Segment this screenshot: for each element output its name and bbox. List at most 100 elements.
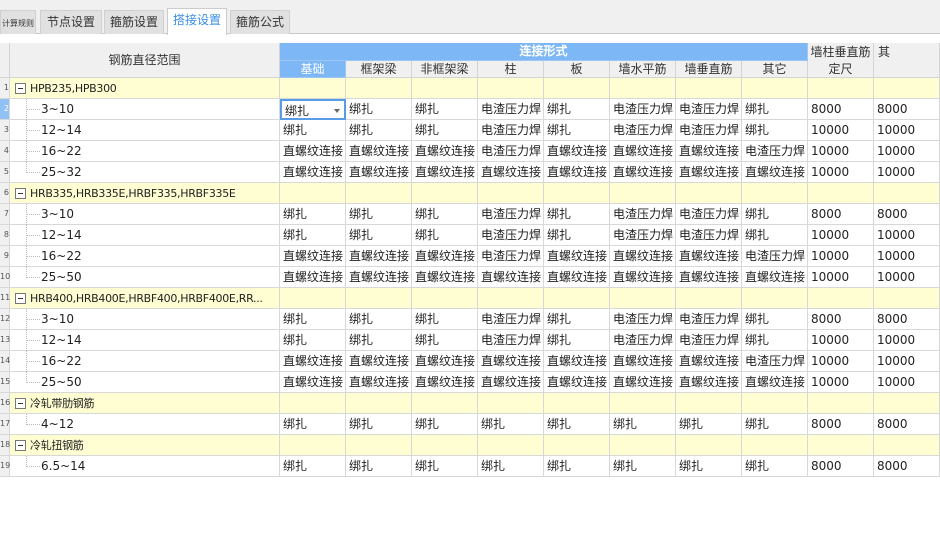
connection-type-cell[interactable]: 绑扎	[742, 330, 808, 351]
collapse-icon[interactable]	[15, 398, 26, 409]
group-name[interactable]: HRB400,HRB400E,HRBF400,HRBF400E,RR...	[10, 288, 280, 309]
connection-type-cell[interactable]: 电渣压力焊	[478, 120, 544, 141]
group-cell[interactable]	[874, 435, 940, 456]
connection-type-cell[interactable]: 直螺纹连接	[346, 246, 412, 267]
connection-type-cell[interactable]: 绑扎	[346, 99, 412, 120]
connection-type-cell[interactable]: 电渣压力焊	[676, 309, 742, 330]
connection-type-cell[interactable]: 直螺纹连接	[610, 246, 676, 267]
connection-type-cell[interactable]: 电渣压力焊	[742, 351, 808, 372]
tab-lap-settings[interactable]: 搭接设置	[167, 8, 227, 35]
length-cell[interactable]: 8000	[808, 309, 874, 330]
group-cell[interactable]	[808, 183, 874, 204]
connection-type-cell[interactable]: 绑扎	[544, 414, 610, 435]
group-cell[interactable]	[676, 78, 742, 99]
group-cell[interactable]	[676, 183, 742, 204]
group-cell[interactable]	[610, 435, 676, 456]
connection-type-cell[interactable]: 直螺纹连接	[742, 372, 808, 393]
header-col[interactable]: 框架梁	[346, 61, 412, 78]
connection-type-cell[interactable]: 绑扎	[742, 456, 808, 477]
collapse-icon[interactable]	[15, 83, 26, 94]
length-cell[interactable]: 8000	[874, 456, 940, 477]
connection-type-cell[interactable]: 直螺纹连接	[544, 267, 610, 288]
tab-stirrup-formula[interactable]: 箍筋公式	[230, 10, 290, 34]
group-cell[interactable]	[280, 393, 346, 414]
group-cell[interactable]	[478, 78, 544, 99]
row-number[interactable]: 5	[0, 162, 10, 183]
connection-type-cell[interactable]: 绑扎	[280, 204, 346, 225]
connection-type-cell[interactable]: 直螺纹连接	[610, 267, 676, 288]
group-cell[interactable]	[874, 78, 940, 99]
connection-type-cell[interactable]: 直螺纹连接	[412, 162, 478, 183]
group-cell[interactable]	[478, 435, 544, 456]
connection-type-cell[interactable]: 绑扎	[742, 225, 808, 246]
group-cell[interactable]	[544, 183, 610, 204]
length-cell[interactable]: 8000	[874, 414, 940, 435]
length-cell[interactable]: 10000	[874, 162, 940, 183]
length-cell[interactable]: 10000	[874, 225, 940, 246]
group-cell[interactable]	[742, 78, 808, 99]
connection-type-cell[interactable]: 直螺纹连接	[676, 267, 742, 288]
group-cell[interactable]	[478, 288, 544, 309]
connection-type-cell[interactable]: 电渣压力焊	[478, 225, 544, 246]
connection-type-cell[interactable]: 绑扎	[478, 456, 544, 477]
group-cell[interactable]	[610, 78, 676, 99]
connection-type-cell[interactable]: 绑扎	[412, 204, 478, 225]
length-cell[interactable]: 10000	[808, 141, 874, 162]
connection-type-cell[interactable]: 直螺纹连接	[412, 246, 478, 267]
group-cell[interactable]	[346, 78, 412, 99]
connection-type-cell[interactable]: 电渣压力焊	[742, 246, 808, 267]
connection-type-cell[interactable]: 直螺纹连接	[610, 162, 676, 183]
connection-type-cell[interactable]: 绑扎	[544, 204, 610, 225]
connection-type-cell[interactable]: 直螺纹连接	[412, 141, 478, 162]
length-cell[interactable]: 8000	[874, 204, 940, 225]
group-cell[interactable]	[346, 435, 412, 456]
connection-type-cell[interactable]: 绑扎	[280, 99, 346, 120]
row-number[interactable]: 16	[0, 393, 10, 414]
length-cell[interactable]: 10000	[874, 120, 940, 141]
connection-type-cell[interactable]: 直螺纹连接	[742, 267, 808, 288]
connection-type-cell[interactable]: 电渣压力焊	[610, 309, 676, 330]
connection-type-cell[interactable]: 绑扎	[346, 309, 412, 330]
length-cell[interactable]: 10000	[874, 141, 940, 162]
length-cell[interactable]: 10000	[808, 225, 874, 246]
group-cell[interactable]	[676, 393, 742, 414]
connection-type-cell[interactable]: 电渣压力焊	[676, 120, 742, 141]
group-cell[interactable]	[742, 183, 808, 204]
length-cell[interactable]: 10000	[808, 267, 874, 288]
connection-type-cell[interactable]: 绑扎	[742, 99, 808, 120]
length-cell[interactable]: 10000	[874, 267, 940, 288]
connection-type-cell[interactable]: 绑扎	[544, 99, 610, 120]
group-cell[interactable]	[610, 393, 676, 414]
length-cell[interactable]: 8000	[808, 204, 874, 225]
connection-type-cell[interactable]: 直螺纹连接	[478, 372, 544, 393]
connection-type-cell[interactable]: 绑扎	[742, 309, 808, 330]
group-cell[interactable]	[412, 78, 478, 99]
connection-type-cell[interactable]: 电渣压力焊	[478, 309, 544, 330]
connection-type-cell[interactable]: 直螺纹连接	[544, 351, 610, 372]
group-cell[interactable]	[346, 288, 412, 309]
length-cell[interactable]: 8000	[808, 414, 874, 435]
connection-type-cell[interactable]: 电渣压力焊	[478, 330, 544, 351]
row-number[interactable]: 3	[0, 120, 10, 141]
length-cell[interactable]: 10000	[874, 372, 940, 393]
length-cell[interactable]: 10000	[808, 351, 874, 372]
connection-type-cell[interactable]: 电渣压力焊	[478, 246, 544, 267]
connection-type-cell[interactable]: 绑扎	[544, 309, 610, 330]
group-cell[interactable]	[742, 435, 808, 456]
group-cell[interactable]	[280, 288, 346, 309]
connection-type-cell[interactable]: 直螺纹连接	[676, 162, 742, 183]
group-cell[interactable]	[412, 435, 478, 456]
collapse-icon[interactable]	[15, 293, 26, 304]
connection-type-cell[interactable]: 直螺纹连接	[346, 372, 412, 393]
connection-type-cell[interactable]: 绑扎	[412, 330, 478, 351]
group-cell[interactable]	[478, 393, 544, 414]
length-cell[interactable]: 10000	[874, 246, 940, 267]
connection-type-cell[interactable]: 电渣压力焊	[610, 330, 676, 351]
connection-type-cell[interactable]: 直螺纹连接	[610, 141, 676, 162]
connection-type-cell[interactable]: 绑扎	[544, 120, 610, 141]
group-cell[interactable]	[544, 288, 610, 309]
connection-type-cell[interactable]: 电渣压力焊	[610, 204, 676, 225]
connection-type-cell[interactable]: 电渣压力焊	[742, 141, 808, 162]
group-cell[interactable]	[610, 183, 676, 204]
group-cell[interactable]	[280, 78, 346, 99]
